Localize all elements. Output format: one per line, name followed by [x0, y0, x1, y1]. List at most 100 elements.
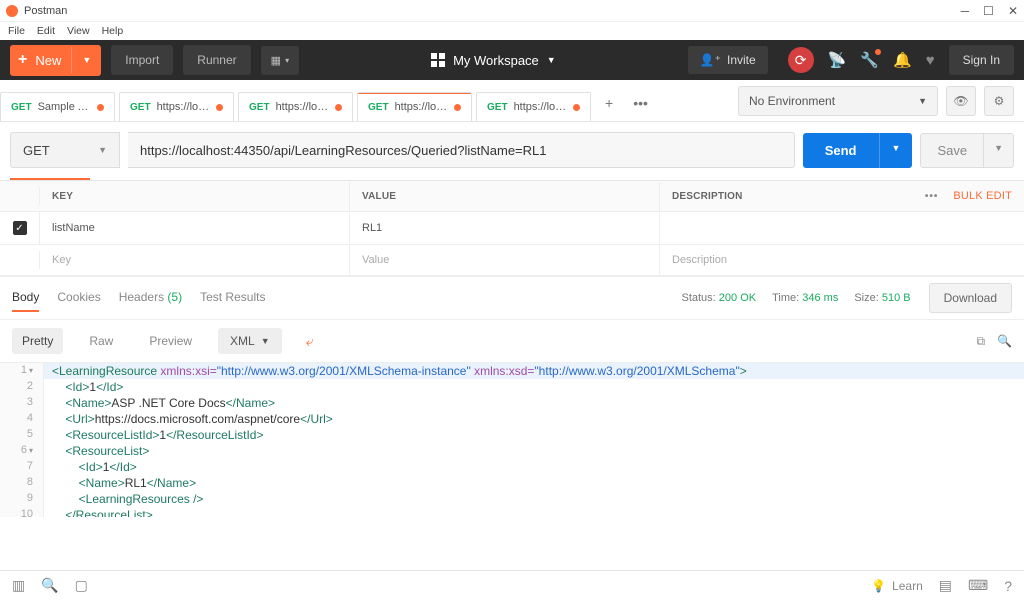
invite-label: Invite [727, 53, 756, 67]
format-label: XML [230, 334, 255, 348]
chevron-down-icon[interactable]: ▼ [879, 133, 913, 168]
learn-label: Learn [892, 579, 923, 593]
invite-button[interactable]: 👤⁺ Invite [688, 46, 768, 74]
environment-selector[interactable]: No Environment ▼ [738, 86, 938, 116]
response-meta-bar: Body Cookies Headers (5) Test Results St… [0, 276, 1024, 319]
save-button[interactable]: Save ▼ [920, 133, 1014, 168]
request-tab[interactable]: GEThttps://localh [476, 92, 591, 121]
size-value: 510 B [882, 292, 911, 304]
param-key-cell[interactable]: listName [40, 213, 350, 243]
sidebar-toggle-icon[interactable]: ▥ [12, 577, 25, 594]
params-table: KEY VALUE DESCRIPTION ••• Bulk Edit ✓ li… [0, 180, 1024, 276]
new-button[interactable]: + New ▼ [10, 45, 101, 76]
bulk-edit-link[interactable]: Bulk Edit [953, 190, 1012, 202]
request-bar: GET ▼ https://localhost:44350/api/Learni… [0, 122, 1024, 178]
checkbox-icon[interactable]: ✓ [13, 221, 27, 235]
wrench-icon[interactable]: 🔧 [860, 51, 879, 69]
response-tab-headers[interactable]: Headers (5) [119, 284, 182, 312]
response-tab-cookies[interactable]: Cookies [57, 284, 100, 312]
view-pretty-button[interactable]: Pretty [12, 328, 63, 354]
time-value: 346 ms [802, 292, 838, 304]
menu-bar: File Edit View Help [0, 22, 1024, 40]
param-value-input[interactable]: Value [350, 245, 660, 275]
param-key-input[interactable]: Key [40, 245, 350, 275]
request-tab[interactable]: GEThttps://localh [238, 92, 353, 121]
environment-label: No Environment [749, 94, 835, 108]
params-row-empty: Key Value Description [0, 245, 1024, 276]
new-tab-button[interactable]: + [595, 85, 623, 121]
satellite-icon[interactable]: 📡 [828, 51, 847, 69]
lightbulb-icon: 💡 [871, 579, 886, 593]
heart-icon[interactable]: ♥ [926, 52, 935, 69]
window-titlebar: Postman ─ ☐ ✕ [0, 0, 1024, 22]
method-label: GET [23, 143, 50, 158]
status-bar: ▥ 🔍 ▢ 💡 Learn ▤ ⌨ ? [0, 570, 1024, 600]
col-description: DESCRIPTION ••• Bulk Edit [660, 181, 1024, 211]
request-tab[interactable]: GEThttps://localh [119, 92, 234, 121]
find-icon[interactable]: 🔍 [41, 577, 58, 594]
view-preview-button[interactable]: Preview [139, 328, 202, 354]
method-selector[interactable]: GET ▼ [10, 132, 120, 168]
chevron-down-icon: ▼ [918, 96, 927, 106]
unsaved-dot-icon [573, 104, 580, 111]
workspace-selector[interactable]: My Workspace ▼ [431, 53, 556, 68]
environment-quicklook-button[interactable]: 👁 [946, 86, 976, 116]
keyboard-shortcuts-icon[interactable]: ⌨ [968, 577, 988, 594]
columns-options-button[interactable]: ••• [925, 191, 939, 202]
window-minimize-icon[interactable]: ─ [961, 4, 970, 18]
tab-overflow-button[interactable]: ••• [623, 85, 658, 121]
params-row: ✓ listName RL1 [0, 212, 1024, 245]
request-tab[interactable]: GETSample API c [0, 92, 115, 121]
format-selector[interactable]: XML ▼ [218, 328, 282, 354]
param-value-cell[interactable]: RL1 [350, 213, 660, 243]
menu-file[interactable]: File [8, 25, 25, 37]
unsaved-dot-icon [216, 104, 223, 111]
import-button[interactable]: Import [111, 45, 173, 75]
request-tab[interactable]: GEThttps://localh [357, 92, 472, 121]
unsaved-dot-icon [97, 104, 104, 111]
new-button-label: New [35, 45, 71, 76]
help-icon[interactable]: ? [1004, 578, 1012, 594]
window-close-icon[interactable]: ✕ [1008, 4, 1018, 18]
signin-button[interactable]: Sign In [949, 45, 1014, 75]
sync-status-icon[interactable]: ⟳ [788, 47, 814, 73]
response-tab-body[interactable]: Body [12, 284, 39, 312]
response-status-summary: Status: 200 OK Time: 346 ms Size: 510 B [681, 292, 910, 304]
person-plus-icon: 👤⁺ [700, 53, 721, 67]
plus-icon: + [10, 51, 35, 69]
settings-button[interactable]: ⚙ [984, 86, 1014, 116]
copy-icon[interactable]: ⧉ [976, 334, 985, 349]
unsaved-dot-icon [335, 104, 342, 111]
wrap-lines-button[interactable]: ⤶ [298, 329, 322, 353]
save-label: Save [921, 134, 983, 167]
top-toolbar: + New ▼ Import Runner ▦▾ My Workspace ▼ … [0, 40, 1024, 80]
tab-ribbon: GETSample API c GEThttps://localh GEThtt… [0, 80, 1024, 122]
console-icon[interactable]: ▢ [75, 577, 88, 594]
menu-edit[interactable]: Edit [37, 25, 55, 37]
menu-view[interactable]: View [67, 25, 90, 37]
param-desc-input[interactable]: Description [660, 245, 1024, 275]
param-desc-cell[interactable] [660, 219, 1024, 237]
col-value: VALUE [350, 182, 660, 211]
view-raw-button[interactable]: Raw [79, 328, 123, 354]
send-button[interactable]: Send ▼ [803, 133, 913, 168]
tab-strip: GETSample API c GEThttps://localh GEThtt… [0, 80, 728, 121]
chevron-down-icon: ▼ [98, 145, 107, 155]
col-key: KEY [40, 182, 350, 211]
bell-icon[interactable]: 🔔 [893, 51, 912, 69]
chevron-down-icon[interactable]: ▼ [983, 134, 1013, 167]
search-icon[interactable]: 🔍 [997, 334, 1012, 349]
window-maximize-icon[interactable]: ☐ [983, 4, 994, 18]
runner-button[interactable]: Runner [183, 45, 250, 75]
workspace-label: My Workspace [453, 53, 539, 68]
menu-help[interactable]: Help [102, 25, 124, 37]
learn-button[interactable]: 💡 Learn [871, 579, 923, 593]
panes-icon[interactable]: ▤ [939, 577, 952, 594]
response-tab-tests[interactable]: Test Results [200, 284, 265, 312]
open-new-button[interactable]: ▦▾ [261, 46, 299, 75]
download-button[interactable]: Download [929, 283, 1012, 313]
app-title: Postman [24, 5, 961, 17]
chevron-down-icon[interactable]: ▼ [71, 47, 101, 73]
response-body-viewer[interactable]: 1▾<LearningResource xmlns:xsi="http://ww… [0, 362, 1024, 517]
url-input[interactable]: https://localhost:44350/api/LearningReso… [128, 132, 795, 168]
